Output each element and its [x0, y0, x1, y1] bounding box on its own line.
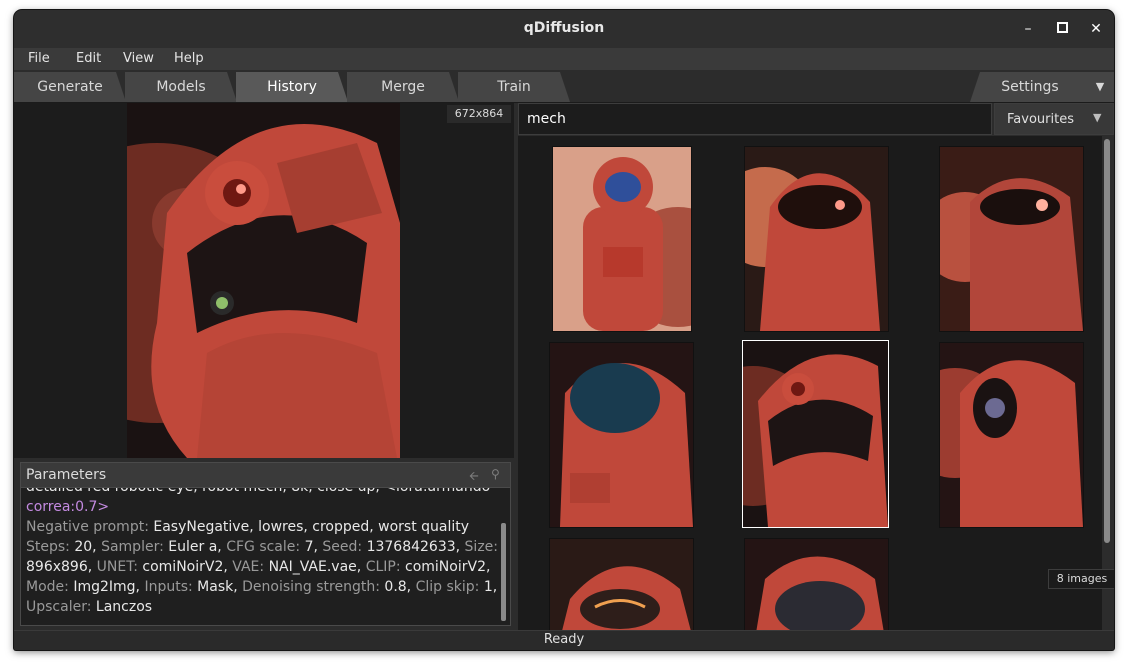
window-title: qDiffusion [523, 20, 605, 36]
param-key: Mode [26, 579, 65, 595]
param-value: Lanczos [95, 599, 153, 615]
gallery-thumbnail[interactable] [552, 146, 692, 332]
maximize-icon[interactable] [1051, 18, 1073, 40]
title-bar: qDiffusion – ✕ [14, 10, 1114, 48]
parameters-title: Parameters [26, 467, 107, 483]
param-value: NAI_VAE.vae [268, 559, 357, 575]
tab-settings[interactable]: Settings [970, 72, 1090, 102]
preview-image[interactable] [127, 103, 400, 458]
gallery-thumbnail[interactable] [939, 146, 1084, 332]
chevron-down-icon: ▼ [1093, 111, 1102, 124]
close-icon[interactable]: ✕ [1085, 18, 1107, 40]
image-preview-panel: 672x864 [14, 103, 514, 458]
param-value: comiNoirV2 [142, 559, 224, 575]
menu-bar: File Edit View Help [14, 48, 1114, 70]
param-key: Seed [322, 539, 358, 555]
parameters-scrollbar[interactable] [501, 523, 506, 621]
gallery-grid [518, 136, 1102, 630]
search-value: mech [527, 111, 566, 127]
tab-merge[interactable]: Merge [347, 72, 459, 102]
parameters-text[interactable]: detailed red robotic eye, robot mech, 8k… [26, 488, 500, 622]
param-value: Img2Img [73, 579, 136, 595]
parameters-header: Parameters 🡨 ⚲ [21, 463, 510, 488]
gallery-thumbnail[interactable] [744, 146, 889, 332]
status-bar: Ready [14, 630, 1114, 650]
tab-history[interactable]: History [236, 72, 348, 102]
param-value: 1376842633 [366, 539, 456, 555]
tab-train[interactable]: Train [458, 72, 570, 102]
history-panel: mech Favourites ▼ 8 images [518, 103, 1114, 630]
filter-selected: Favourites [1007, 112, 1074, 127]
image-count-label: 8 images [1048, 569, 1114, 589]
tab-menu-dropdown-icon[interactable]: ▼ [1086, 72, 1114, 102]
menu-edit[interactable]: Edit [76, 51, 101, 66]
prompt-tail: correa:0.7> [26, 499, 110, 515]
prompt-line-partial: detailed red robotic eye, robot mech, 8k… [26, 488, 500, 497]
filter-dropdown[interactable]: Favourites ▼ [994, 103, 1114, 135]
param-key: VAE [232, 559, 260, 575]
menu-view[interactable]: View [123, 51, 154, 66]
param-value: 0.8 [384, 579, 407, 595]
app-window: qDiffusion – ✕ File Edit View Help Gener… [14, 10, 1114, 650]
gallery-thumbnail[interactable] [549, 342, 694, 528]
back-arrow-icon[interactable]: 🡨 [469, 467, 479, 488]
image-size-label: 672x864 [447, 105, 511, 123]
param-value: Euler a [168, 539, 218, 555]
negative-value: EasyNegative, lowres, cropped, worst qua… [153, 519, 470, 535]
minimize-icon[interactable]: – [1017, 18, 1039, 40]
param-key: Steps [26, 539, 66, 555]
menu-file[interactable]: File [28, 51, 50, 66]
negative-key: Negative prompt [26, 519, 145, 535]
tab-generate[interactable]: Generate [14, 72, 126, 102]
param-key: Inputs [144, 579, 188, 595]
status-text: Ready [543, 632, 585, 647]
param-value: 20 [74, 539, 93, 555]
param-key: Size [464, 539, 494, 555]
param-key: UNET [96, 559, 134, 575]
param-key: CLIP [365, 559, 396, 575]
param-key: Sampler [101, 539, 160, 555]
gallery-thumbnail[interactable] [744, 538, 889, 630]
tab-models[interactable]: Models [125, 72, 237, 102]
param-key: Clip skip [415, 579, 475, 595]
param-key: Upscaler [26, 599, 87, 615]
param-value: Mask [197, 579, 234, 595]
param-value: 7 [304, 539, 314, 555]
menu-help[interactable]: Help [174, 51, 204, 66]
search-input[interactable]: mech [518, 103, 992, 135]
search-icon[interactable]: ⚲ [491, 467, 500, 481]
gallery-thumbnail[interactable] [939, 342, 1084, 528]
gallery-thumbnail[interactable] [549, 538, 694, 630]
gallery-thumbnail-selected[interactable] [742, 340, 889, 528]
param-value: comiNoirV2 [405, 559, 486, 575]
gallery-scrollbar[interactable] [1104, 139, 1110, 543]
param-key: CFG scale [226, 539, 296, 555]
param-value: 896x896 [26, 559, 88, 575]
param-value: 1 [483, 579, 493, 595]
param-key: Denoising strength [242, 579, 376, 595]
tab-bar: Generate Models History Merge Train Sett… [14, 70, 1114, 103]
parameters-panel: Parameters 🡨 ⚲ detailed red robotic eye,… [20, 462, 511, 626]
